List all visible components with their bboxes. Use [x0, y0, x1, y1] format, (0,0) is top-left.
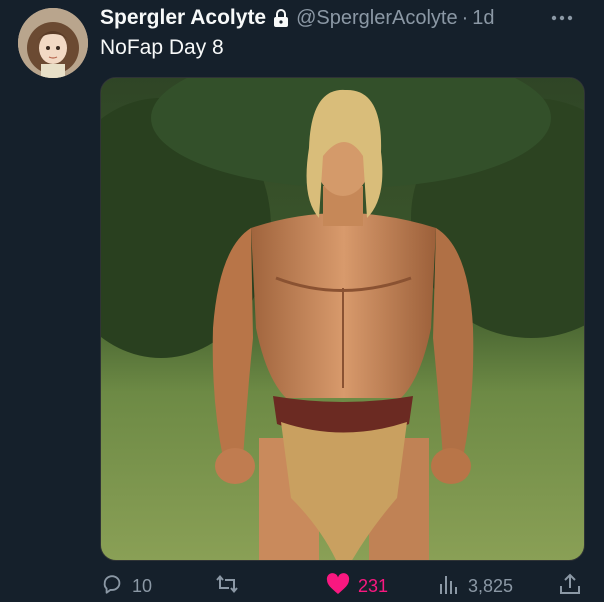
lock-icon: [273, 9, 289, 27]
tweet-header: Spergler Acolyte @SperglerAcolyte · 1d: [100, 4, 495, 32]
timestamp[interactable]: 1d: [472, 7, 494, 30]
tweet-photo[interactable]: [100, 77, 585, 561]
display-name[interactable]: Spergler Acolyte: [100, 6, 266, 30]
anime-avatar-image: [18, 8, 88, 78]
more-options-icon[interactable]: [550, 6, 574, 30]
heart-icon: [326, 572, 350, 600]
views-icon: [438, 573, 460, 600]
retweet-icon: [215, 573, 239, 600]
avatar[interactable]: [18, 8, 88, 78]
tweet-text: NoFap Day 8: [100, 36, 224, 59]
separator-dot: ·: [461, 6, 469, 29]
like-count: 231: [358, 575, 389, 596]
user-handle[interactable]: @SperglerAcolyte: [296, 7, 457, 30]
tweet-actions: 10 231 3,825: [100, 572, 586, 600]
share-icon: [559, 573, 581, 600]
view-count: 3,825: [468, 575, 514, 596]
retweet-button[interactable]: [215, 572, 247, 600]
views-button[interactable]: 3,825: [438, 572, 513, 600]
photo-content: [101, 78, 584, 560]
like-button[interactable]: 231: [326, 572, 388, 600]
tweet[interactable]: Spergler Acolyte @SperglerAcolyte · 1d N…: [0, 0, 604, 602]
reply-icon: [102, 573, 124, 600]
share-button[interactable]: [559, 572, 581, 600]
reply-count: 10: [132, 575, 153, 596]
reply-button[interactable]: 10: [102, 572, 152, 600]
